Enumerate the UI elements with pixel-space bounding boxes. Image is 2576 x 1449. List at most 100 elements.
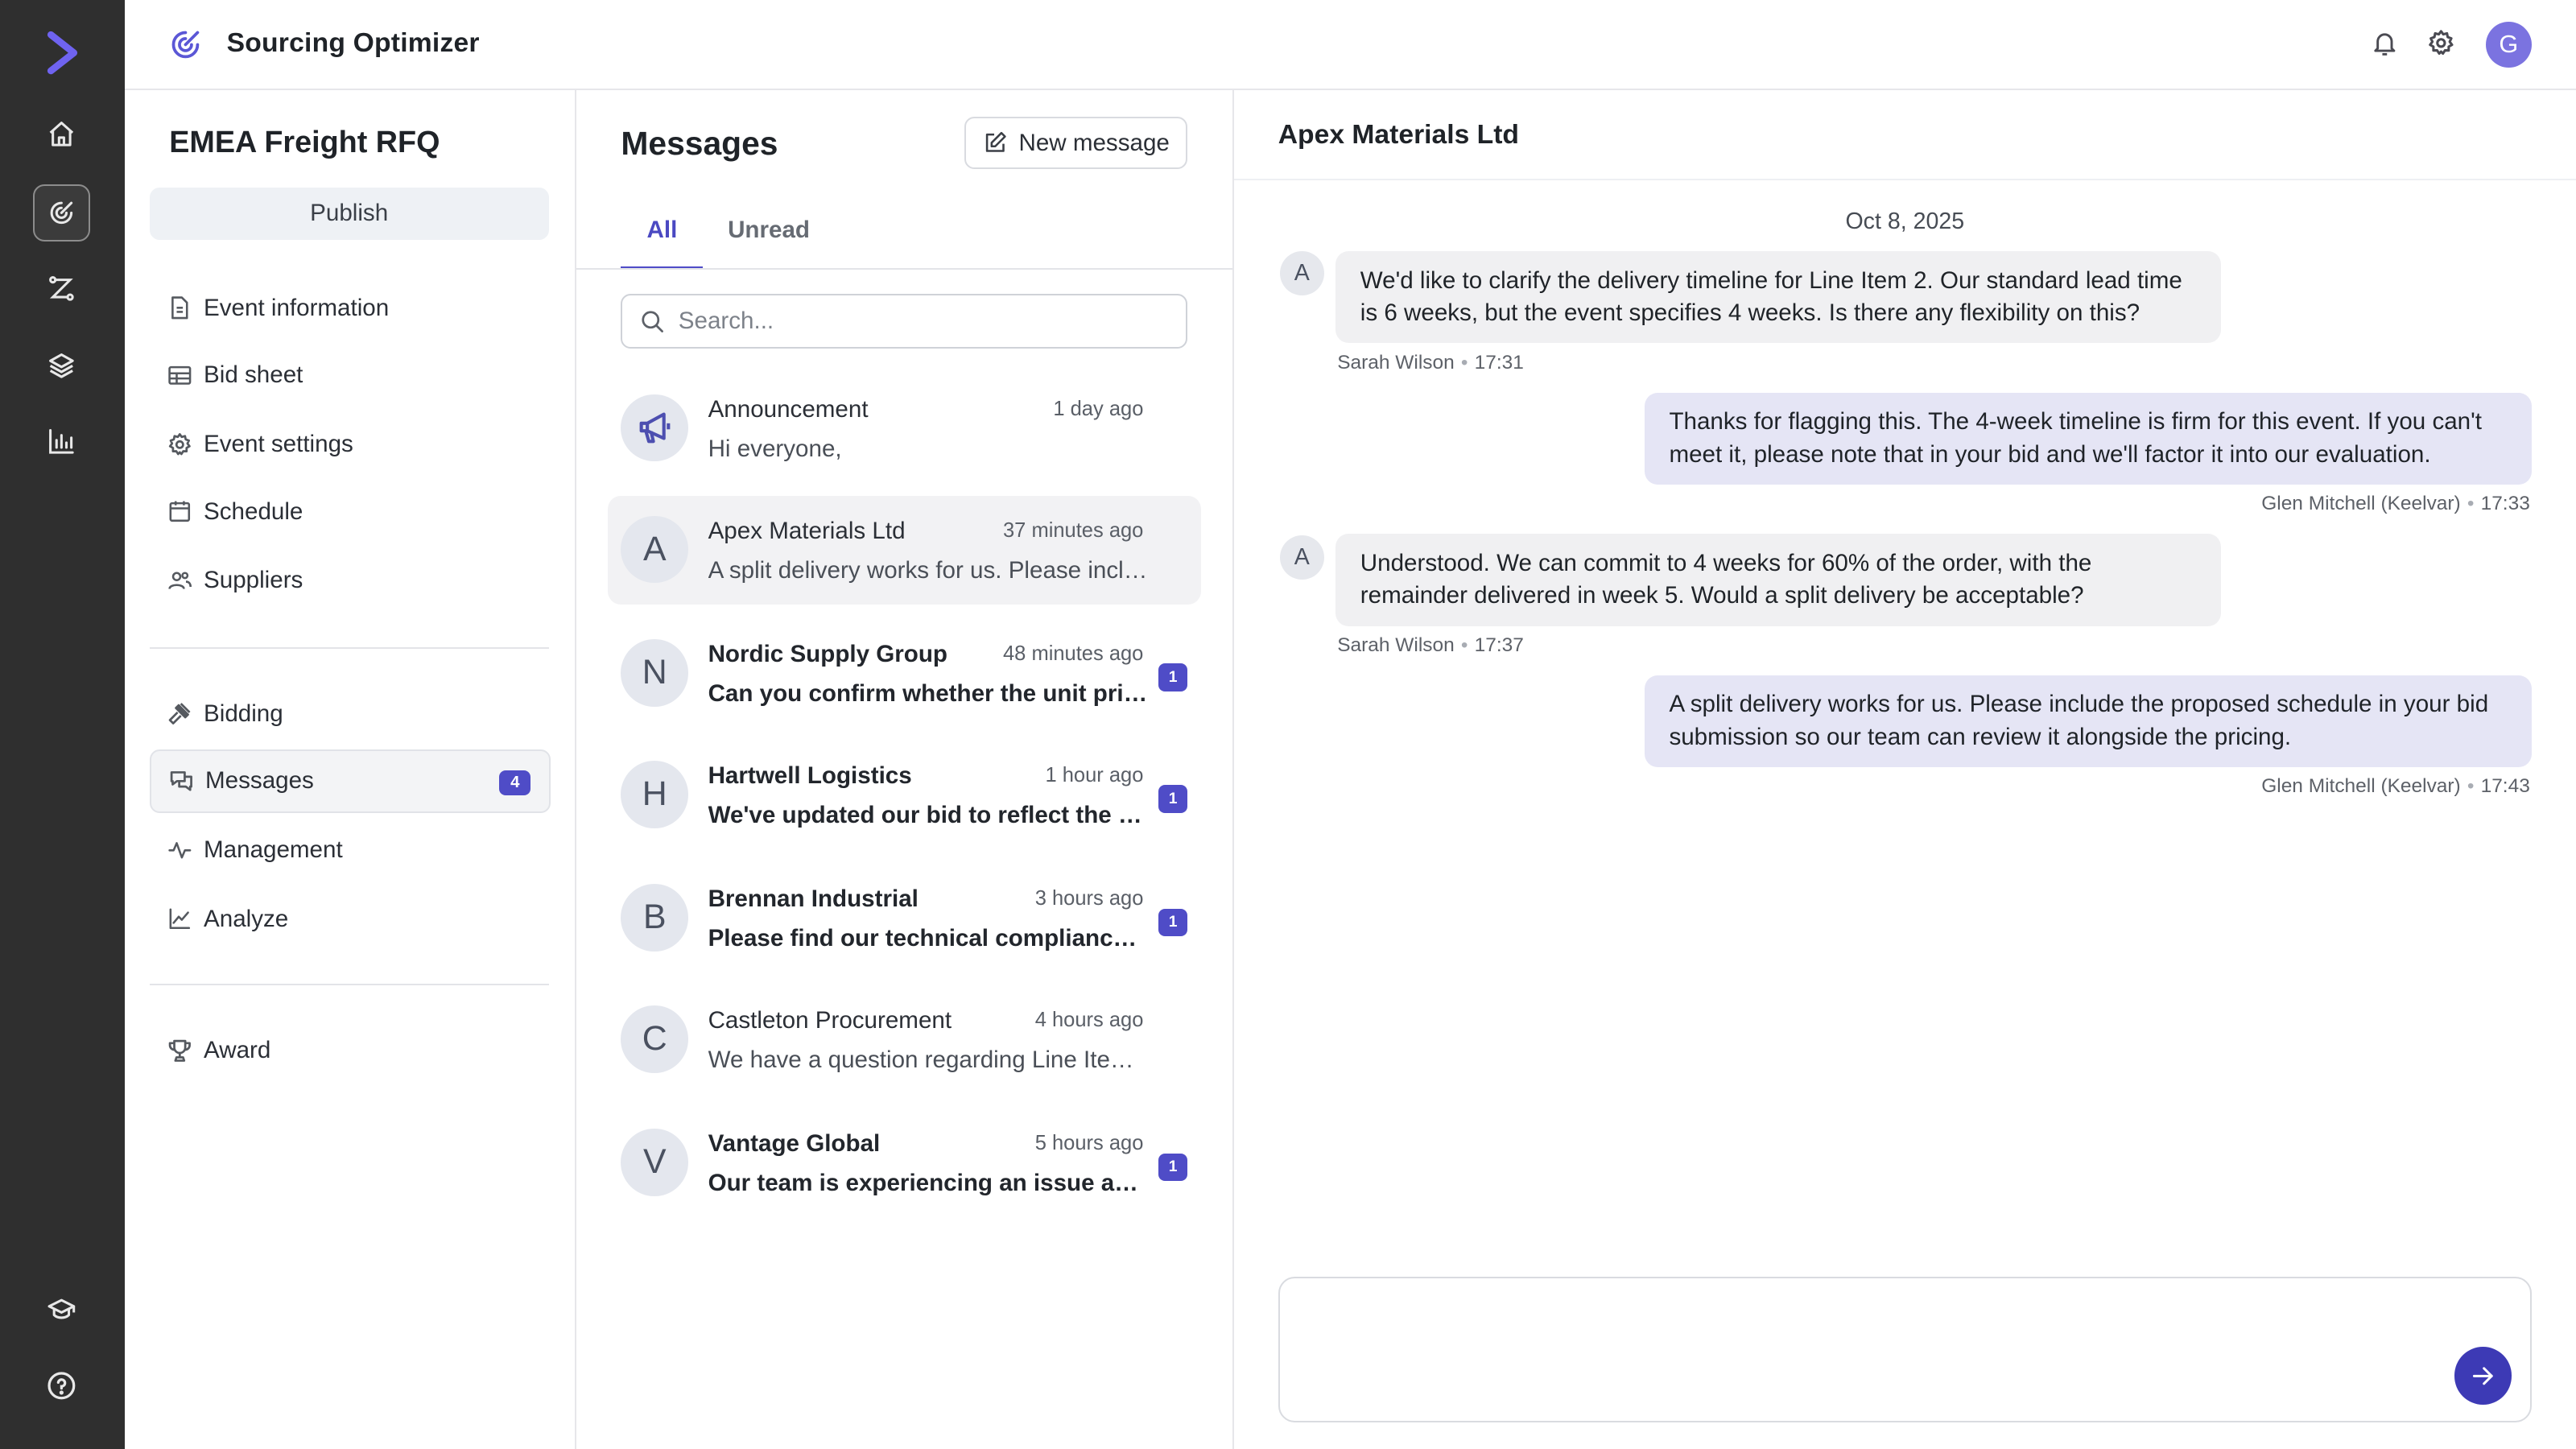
- sender-avatar: A: [1279, 251, 1324, 296]
- message-meta: Sarah Wilson • 17:31: [1337, 351, 1524, 374]
- event-sidebar: EMEA Freight RFQ Publish Event informati…: [125, 90, 577, 1449]
- conversation-item[interactable]: H Hartwell Logistics 1 hour ago We've up…: [608, 741, 1201, 849]
- chat-icon: [167, 767, 196, 795]
- arrow-right-icon: [2473, 1367, 2493, 1385]
- brand-logo-icon[interactable]: [33, 23, 92, 82]
- nav-event-information[interactable]: Event information: [150, 276, 551, 341]
- message-bubble-incoming: We'd like to clarify the delivery timeli…: [1335, 251, 2222, 344]
- message-meta: Glen Mitchell (Keelvar) • 17:33: [2261, 493, 2530, 515]
- nav-bid-sheet[interactable]: Bid sheet: [150, 344, 551, 408]
- gear-icon[interactable]: [2426, 28, 2456, 58]
- app-rail: [0, 0, 126, 1449]
- conversation-preview: A split delivery works for us. Please in…: [708, 556, 1149, 584]
- graduation-cap-icon[interactable]: [33, 1282, 90, 1339]
- conversation-item[interactable]: A Apex Materials Ltd 37 minutes ago A sp…: [608, 496, 1201, 605]
- conversation-preview: Please find our technical compliance doc…: [708, 924, 1149, 952]
- conversation-item[interactable]: B Brennan Industrial 3 hours ago Please …: [608, 864, 1201, 972]
- table-icon: [166, 361, 194, 390]
- conversation-time: 37 minutes ago: [1003, 518, 1144, 542]
- message-composer[interactable]: [1278, 1276, 2532, 1423]
- nav-label: Suppliers: [204, 567, 303, 594]
- nav-management[interactable]: Management: [150, 818, 551, 882]
- search-box[interactable]: [621, 294, 1188, 349]
- message-sender: Glen Mitchell (Keelvar): [2261, 493, 2461, 515]
- conversation-preview: We have a question regarding Line Item 4…: [708, 1046, 1149, 1073]
- sidebar-divider: [149, 647, 549, 650]
- conversation-name: Brennan Industrial: [708, 885, 919, 912]
- conversation-name: Vantage Global: [708, 1130, 881, 1158]
- sidebar-divider: [149, 984, 549, 986]
- nav-label: Bid sheet: [204, 361, 303, 389]
- compose-icon: [983, 130, 1008, 155]
- bell-icon[interactable]: [2371, 28, 2399, 60]
- event-title: EMEA Freight RFQ: [169, 125, 440, 159]
- conversation-preview: Hi everyone,: [708, 435, 842, 462]
- nav-label: Event information: [204, 294, 390, 321]
- chat-panel: Apex Materials Ltd Oct 8, 2025 A We'd li…: [1233, 90, 2576, 1449]
- messages-panel: Messages New message All Unread Announce…: [576, 90, 1234, 1449]
- document-icon: [166, 294, 194, 322]
- sender-avatar: A: [1279, 535, 1324, 580]
- sourcing-optimizer-logo-icon: [167, 27, 204, 63]
- nav-label: Management: [204, 836, 343, 864]
- message-sender: Sarah Wilson: [1337, 351, 1455, 374]
- layers-icon[interactable]: [33, 336, 90, 394]
- nav-label: Award: [204, 1037, 271, 1064]
- users-icon: [166, 567, 194, 595]
- nav-suppliers[interactable]: Suppliers: [150, 549, 551, 613]
- nav-bidding[interactable]: Bidding: [150, 682, 551, 746]
- gear-icon: [166, 431, 194, 459]
- message-time: 17:33: [2480, 493, 2530, 515]
- conversation-item[interactable]: C Castleton Procurement 4 hours ago We h…: [608, 985, 1201, 1094]
- conversation-name: Apex Materials Ltd: [708, 517, 906, 544]
- nav-event-settings[interactable]: Event settings: [150, 412, 551, 477]
- new-message-button[interactable]: New message: [964, 116, 1188, 170]
- line-chart-icon: [166, 905, 194, 933]
- conversation-item[interactable]: Announcement 1 day ago Hi everyone,: [608, 374, 1201, 483]
- nav-analyze[interactable]: Analyze: [150, 887, 551, 952]
- nav-label: Analyze: [204, 905, 289, 932]
- search-input[interactable]: [678, 307, 1139, 335]
- conversation-avatar: H: [621, 760, 689, 828]
- new-message-label: New message: [1018, 129, 1170, 156]
- nav-label: Messages: [205, 767, 314, 795]
- unread-badge: 1: [1158, 908, 1188, 937]
- message-meta: Sarah Wilson • 17:37: [1337, 634, 1524, 656]
- gavel-icon: [166, 700, 194, 728]
- conversation-avatar: N: [621, 638, 689, 707]
- home-icon[interactable]: [33, 105, 90, 163]
- send-button[interactable]: [2454, 1347, 2512, 1405]
- publish-button[interactable]: Publish: [149, 187, 549, 240]
- nav-award[interactable]: Award: [150, 1018, 551, 1083]
- nav-schedule[interactable]: Schedule: [150, 480, 551, 544]
- message-sender: Sarah Wilson: [1337, 634, 1455, 656]
- conversation-preview: We've updated our bid to reflect the rev…: [708, 801, 1149, 828]
- message-time: 17:37: [1474, 634, 1524, 656]
- bar-chart-icon[interactable]: [33, 412, 90, 469]
- megaphone-icon: [621, 394, 689, 462]
- message-bubble-incoming: Understood. We can commit to 4 weeks for…: [1335, 534, 2222, 626]
- workflow-icon[interactable]: [33, 259, 90, 316]
- conversation-name: Hartwell Logistics: [708, 762, 912, 789]
- conversation-avatar: C: [621, 1005, 689, 1073]
- unread-badge: 1: [1158, 1153, 1188, 1182]
- search-icon: [639, 308, 666, 335]
- nav-label: Schedule: [204, 497, 303, 525]
- tab-unread[interactable]: Unread: [728, 217, 810, 244]
- conversation-item[interactable]: N Nordic Supply Group 48 minutes ago Can…: [608, 619, 1201, 728]
- tab-all[interactable]: All: [621, 217, 704, 270]
- pulse-icon: [166, 836, 194, 865]
- conversation-name: Castleton Procurement: [708, 1006, 952, 1034]
- chat-title: Apex Materials Ltd: [1278, 119, 1519, 150]
- message-time: 17:43: [2480, 775, 2530, 798]
- conversation-time: 5 hours ago: [1034, 1132, 1144, 1155]
- conversation-time: 4 hours ago: [1034, 1009, 1144, 1032]
- help-icon[interactable]: [33, 1357, 90, 1414]
- conversation-item[interactable]: V Vantage Global 5 hours ago Our team is…: [608, 1109, 1201, 1218]
- message-bubble-outgoing: Thanks for flagging this. The 4-week tim…: [1644, 392, 2532, 485]
- sourcing-optimizer-icon[interactable]: [32, 184, 91, 242]
- nav-messages[interactable]: Messages 4: [149, 749, 551, 814]
- conversation-time: 48 minutes ago: [1003, 642, 1144, 665]
- message-bubble-outgoing: A split delivery works for us. Please in…: [1644, 675, 2532, 767]
- user-avatar[interactable]: G: [2485, 21, 2532, 68]
